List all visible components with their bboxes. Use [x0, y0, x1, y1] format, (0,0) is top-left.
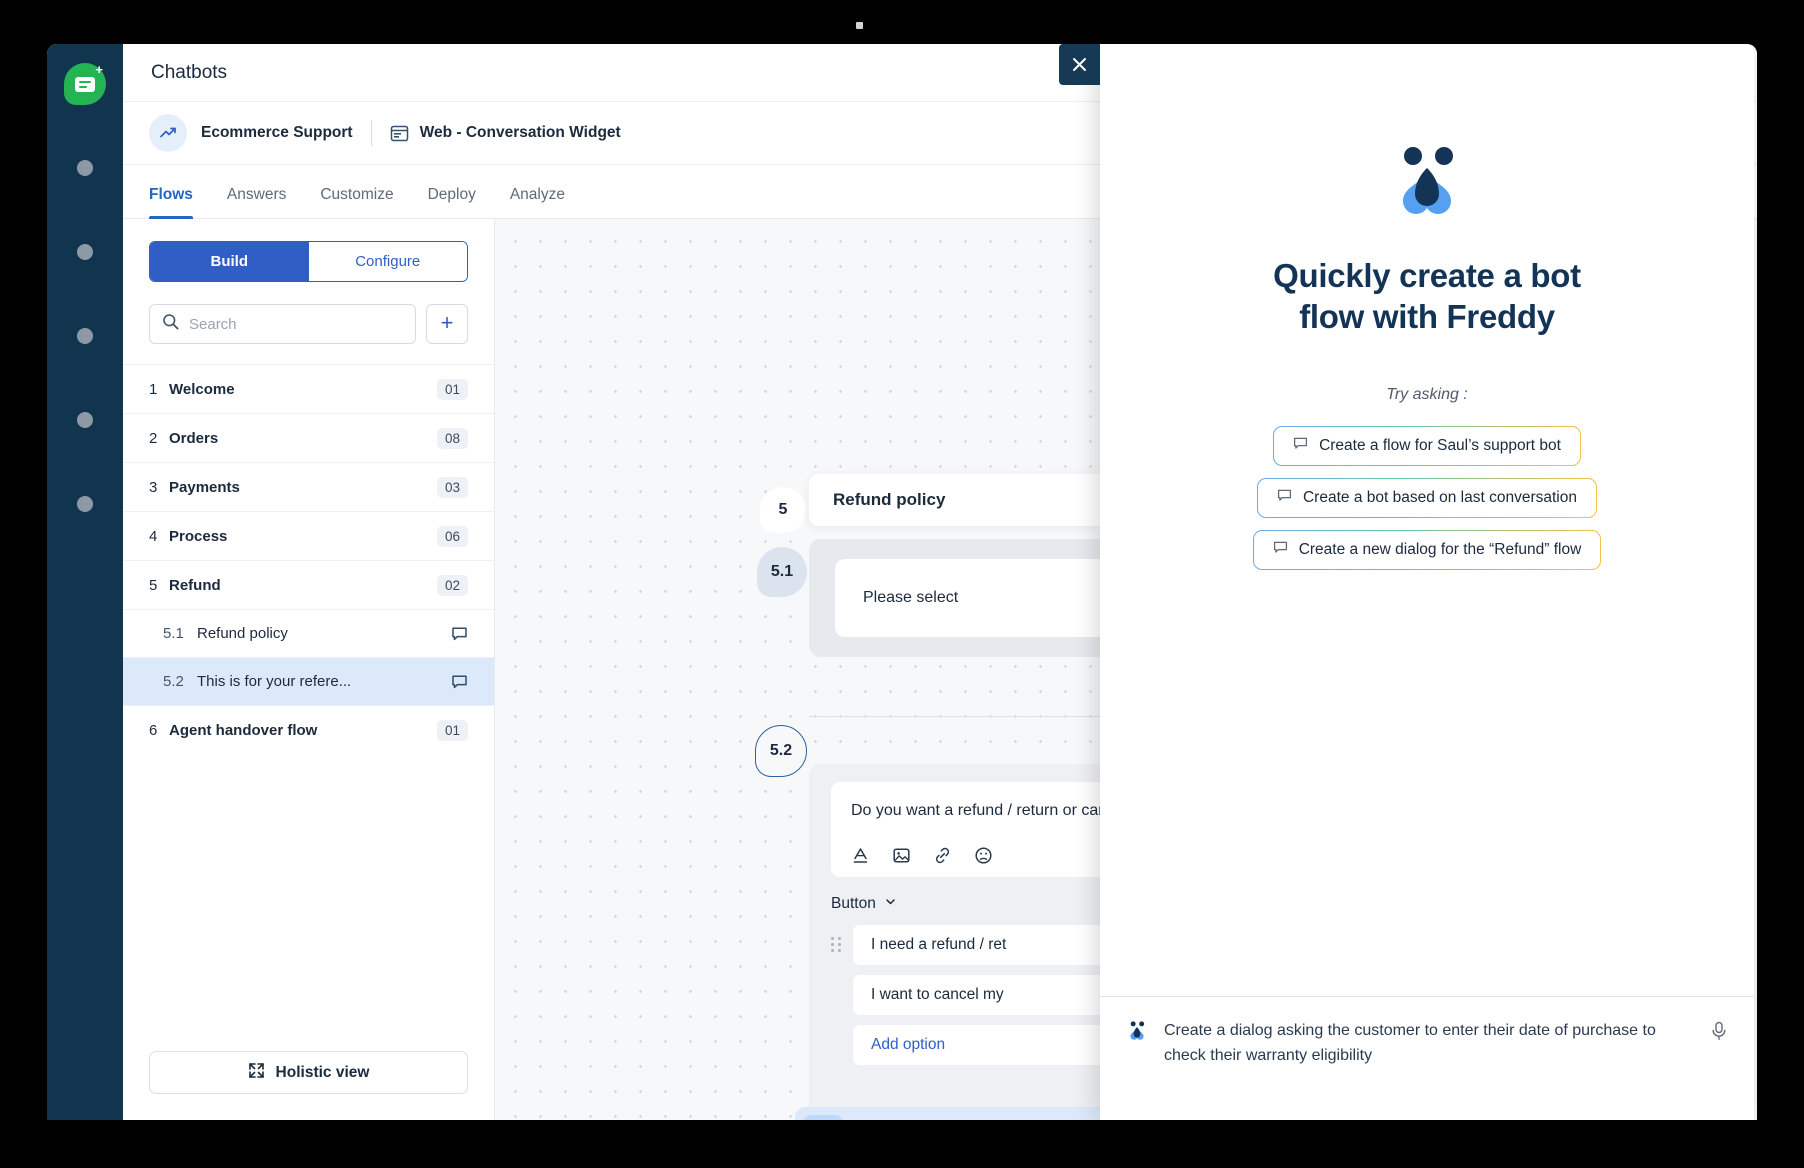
- search-row: +: [123, 282, 494, 364]
- flow-item-refund[interactable]: 5 Refund 02: [123, 560, 494, 609]
- freddy-panel: Quickly create a bot flow with Freddy Tr…: [1059, 44, 1754, 1120]
- flow-count: 08: [436, 427, 468, 449]
- suggestion-chip-label: Create a new dialog for the “Refund” flo…: [1298, 540, 1582, 558]
- text-format-icon[interactable]: [851, 846, 870, 865]
- suggestion-chip-2[interactable]: Create a bot based on last conversation: [1257, 478, 1597, 518]
- widget-icon: [390, 124, 409, 143]
- flow-name: Process: [169, 527, 228, 545]
- emoji-icon[interactable]: [974, 846, 993, 865]
- link-icon[interactable]: [933, 846, 952, 865]
- expand-icon: [248, 1062, 265, 1084]
- nav-rail-item-2[interactable]: [77, 244, 93, 260]
- left-nav-rail: +: [47, 44, 123, 1120]
- freddy-main: Quickly create a bot flow with Freddy Tr…: [1100, 44, 1754, 996]
- flow-name: Orders: [169, 429, 219, 447]
- flow-list: 1 Welcome 01 2 Orders 08 3 Payments 03 4…: [123, 364, 494, 1051]
- nav-rail-item-5[interactable]: [77, 496, 93, 512]
- flow-count: 06: [436, 525, 468, 547]
- dialog-icon: [451, 673, 468, 690]
- nav-rail-item-4[interactable]: [77, 412, 93, 428]
- subflow-item-refund-policy[interactable]: 5.1 Refund policy: [123, 609, 494, 657]
- tab-customize[interactable]: Customize: [320, 186, 393, 218]
- search-icon: [162, 313, 179, 335]
- tab-flows[interactable]: Flows: [149, 186, 193, 219]
- flow-number: 4: [149, 527, 158, 545]
- product-logo-icon[interactable]: +: [64, 63, 106, 105]
- suggestion-chip-label: Create a flow for Saul’s support bot: [1319, 436, 1561, 454]
- flow-number: 1: [149, 380, 158, 398]
- flow-name: Welcome: [169, 380, 235, 398]
- breadcrumb-channel[interactable]: Web - Conversation Widget: [420, 124, 621, 142]
- flow-number: 5: [149, 576, 158, 594]
- subflow-name: Refund policy: [197, 625, 288, 642]
- flow-name: Payments: [169, 478, 240, 496]
- node-badge-5[interactable]: 5: [760, 487, 806, 533]
- segment-build[interactable]: Build: [150, 242, 309, 281]
- flow-count: 03: [436, 476, 468, 498]
- flow-item-orders[interactable]: 2 Orders 08: [123, 413, 494, 462]
- bot-avatar-icon: [149, 114, 187, 152]
- tab-analyze[interactable]: Analyze: [510, 186, 565, 218]
- subflow-number: 5.2: [163, 673, 184, 690]
- freddy-heading-line-1: Quickly create a bot: [1273, 257, 1581, 294]
- chat-bubble-icon: [1273, 540, 1288, 560]
- dialog-icon: [451, 625, 468, 642]
- chat-bubble-icon: [1293, 436, 1308, 456]
- flow-item-agent-handover[interactable]: 6 Agent handover flow 01: [123, 705, 494, 754]
- microphone-icon[interactable]: [1710, 1021, 1728, 1046]
- freddy-heading-line-2: flow with Freddy: [1299, 297, 1555, 335]
- screenshot-stage: + Chatbots Ecommerce Support Web - Conve…: [0, 0, 1804, 1168]
- flow-panel: Build Configure Search + 1 Welcome 01 2 …: [123, 219, 495, 1120]
- holistic-view-wrap: Holistic view: [123, 1051, 494, 1120]
- holistic-view-label: Holistic view: [275, 1063, 370, 1081]
- holistic-view-button[interactable]: Holistic view: [149, 1051, 468, 1094]
- suggestion-chip-label: Create a bot based on last conversation: [1302, 488, 1577, 506]
- nav-rail-item-3[interactable]: [77, 328, 93, 344]
- build-configure-toggle: Build Configure: [149, 241, 468, 282]
- node-badge-5-2[interactable]: 5.2: [755, 725, 807, 777]
- suggestion-chip-3[interactable]: Create a new dialog for the “Refund” flo…: [1253, 530, 1602, 570]
- flow-count: 01: [436, 378, 468, 400]
- tab-answers[interactable]: Answers: [227, 186, 286, 218]
- breadcrumb-bot-name[interactable]: Ecommerce Support: [201, 124, 353, 142]
- suggestion-chip-1[interactable]: Create a flow for Saul’s support bot: [1273, 426, 1581, 466]
- subflow-name: This is for your refere...: [197, 673, 352, 690]
- top-marker-dot: [856, 22, 863, 29]
- tab-deploy[interactable]: Deploy: [428, 186, 476, 218]
- subflow-item-reference[interactable]: 5.2 This is for your refere...: [123, 657, 494, 705]
- freddy-heading: Quickly create a bot flow with Freddy: [1100, 256, 1754, 338]
- segment-configure[interactable]: Configure: [308, 242, 467, 281]
- flow-number: 6: [149, 721, 158, 739]
- lightning-bolt-icon: [803, 1115, 843, 1120]
- image-icon[interactable]: [892, 846, 911, 865]
- search-box[interactable]: [149, 304, 416, 344]
- breadcrumb-divider: [370, 120, 372, 146]
- freddy-logo-icon: [1387, 146, 1467, 218]
- node-badge-5-1[interactable]: 5.1: [757, 547, 807, 597]
- close-icon[interactable]: [1059, 44, 1100, 85]
- flow-number: 2: [149, 429, 158, 447]
- search-input[interactable]: [189, 315, 403, 333]
- drag-handle-icon[interactable]: [831, 937, 843, 953]
- flow-count: 01: [436, 719, 468, 741]
- flow-count: 02: [436, 574, 468, 596]
- button-type-label: Button: [831, 894, 876, 912]
- nav-rail-item-1[interactable]: [77, 160, 93, 176]
- subflow-number: 5.1: [163, 625, 184, 642]
- suggestion-chips: Create a flow for Saul’s support bot Cre…: [1100, 426, 1754, 570]
- page-title: Chatbots: [151, 61, 228, 83]
- flow-item-process[interactable]: 4 Process 06: [123, 511, 494, 560]
- add-flow-button[interactable]: +: [426, 304, 468, 344]
- flow-name: Agent handover flow: [169, 721, 318, 739]
- freddy-small-logo-icon: [1126, 1021, 1148, 1041]
- freddy-input-bar[interactable]: Create a dialog asking the customer to e…: [1100, 996, 1754, 1120]
- flow-item-welcome[interactable]: 1 Welcome 01: [123, 364, 494, 413]
- flow-item-payments[interactable]: 3 Payments 03: [123, 462, 494, 511]
- chat-bubble-icon: [1277, 488, 1292, 508]
- try-asking-label: Try asking :: [1386, 385, 1468, 403]
- chevron-down-icon: [884, 895, 897, 913]
- flow-number: 3: [149, 478, 158, 496]
- flow-name: Refund: [169, 576, 221, 594]
- freddy-input-text[interactable]: Create a dialog asking the customer to e…: [1164, 1019, 1694, 1069]
